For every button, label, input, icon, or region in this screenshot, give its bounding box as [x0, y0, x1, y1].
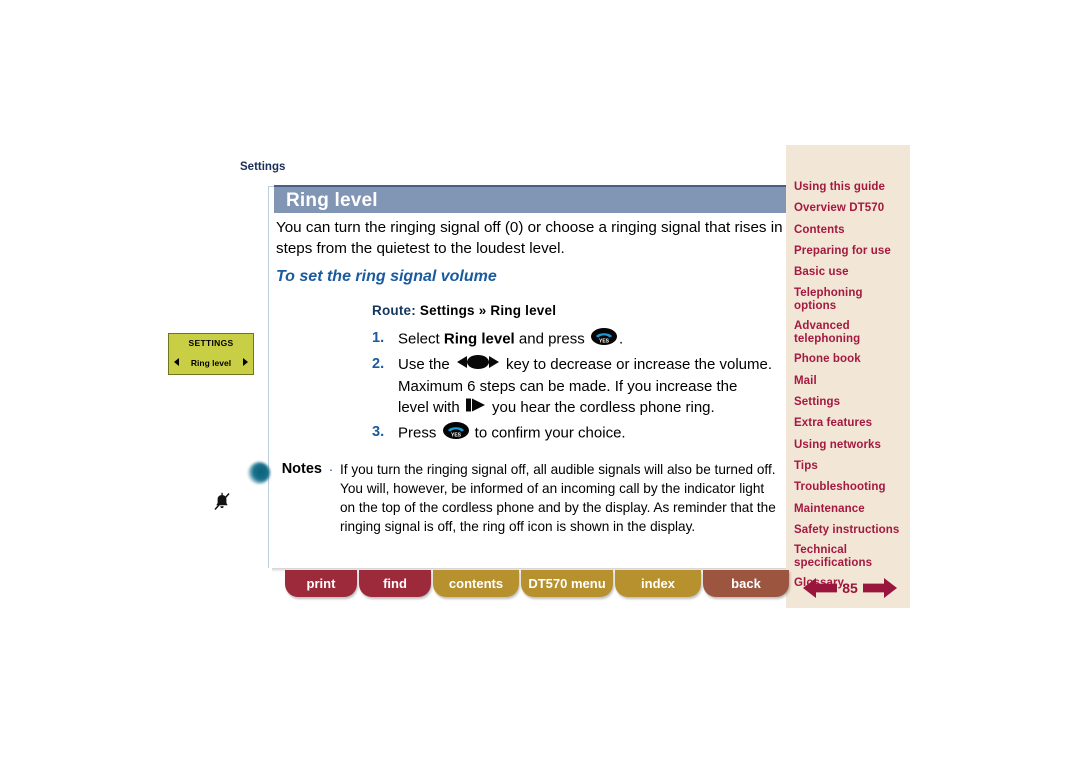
sidebar-item-advanced-telephoning[interactable]: Advanced telephoning [794, 320, 906, 346]
notes-decorative-dot [248, 462, 270, 484]
step-text: Use the key to decrease or increase the … [398, 354, 772, 419]
sidebar-item-maintenance[interactable]: Maintenance [794, 503, 906, 516]
sidebar-item-safety-instructions[interactable]: Safety instructions [794, 524, 906, 537]
svg-text:YES: YES [599, 338, 610, 344]
sidebar-item-technical-specifications[interactable]: Technical specifications [794, 544, 906, 570]
phone-display-title: SETTINGS [188, 338, 234, 348]
bottom-toolbar: print find contents DT570 menu index back [285, 570, 791, 597]
page-navigation: 85 [794, 577, 906, 599]
step-text: Press YES to confirm your choice. [398, 422, 772, 445]
sidebar-item-troubleshooting[interactable]: Troubleshooting [794, 481, 906, 494]
sidebar-item-telephoning-options[interactable]: Telephoning options [794, 287, 906, 313]
sidebar-item-extra-features[interactable]: Extra features [794, 417, 906, 430]
step-item: 1. Select Ring level and press YES. [372, 328, 772, 351]
phone-display-value: Ring level [190, 358, 232, 368]
page-title-banner: Ring level [274, 185, 786, 213]
route-path-2: Ring level [490, 303, 557, 318]
phone-display-illustration: SETTINGS Ring level [168, 333, 254, 375]
sidebar-item-phone-book[interactable]: Phone book [794, 353, 906, 366]
sidebar-item-mail[interactable]: Mail [794, 375, 906, 388]
right-arrow-icon [243, 358, 248, 366]
intro-paragraph: You can turn the ringing signal off (0) … [276, 219, 783, 257]
sidebar-item-basic-use[interactable]: Basic use [794, 266, 906, 279]
breadcrumb: Settings [240, 161, 286, 173]
back-button[interactable]: back [703, 570, 789, 597]
yes-key-icon: YES [590, 328, 617, 351]
find-button[interactable]: find [359, 570, 431, 597]
sidebar-item-settings[interactable]: Settings [794, 396, 906, 409]
sidebar-item-overview-dt570[interactable]: Overview DT570 [794, 202, 906, 215]
step-number: 1. [372, 330, 385, 346]
notes-text: If you turn the ringing signal off, all … [340, 462, 776, 534]
dt570-menu-button[interactable]: DT570 menu [521, 570, 613, 597]
rocker-key-icon [456, 354, 500, 376]
sidebar-item-using-this-guide[interactable]: Using this guide [794, 181, 906, 194]
navigation-list: Using this guide Overview DT570 Contents Pr… [794, 181, 906, 598]
sidebar-item-tips[interactable]: Tips [794, 460, 906, 473]
emphasised-term: Ring level [443, 330, 515, 348]
right-rocker-icon [465, 397, 486, 419]
index-button[interactable]: index [615, 570, 701, 597]
step-number: 2. [372, 356, 385, 372]
step-list: 1. Select Ring level and press YES. 2. Use … [372, 328, 772, 448]
sidebar-item-preparing-for-use[interactable]: Preparing for use [794, 245, 906, 258]
print-button[interactable]: print [285, 570, 357, 597]
step-item: 3. Press YES to confirm your choice. [372, 422, 772, 445]
step-number: 3. [372, 424, 385, 441]
page-title: Ring level [286, 190, 378, 211]
step-text: Select Ring level and press YES. [398, 328, 772, 351]
notes-label: Notes [281, 461, 322, 477]
sidebar-item-contents[interactable]: Contents [794, 224, 906, 237]
navigation-sidebar: Using this guide Overview DT570 Contents Pr… [786, 145, 910, 608]
yes-key-icon: YES [442, 422, 469, 445]
route-label: Route: [372, 303, 416, 318]
notes-bullet: · [328, 461, 334, 477]
page-number: 85 [842, 580, 858, 596]
route-line: Route: Settings » Ring level [372, 303, 556, 318]
document-page: Settings Ring level You can turn the rin… [0, 0, 1080, 763]
contents-button[interactable]: contents [433, 570, 519, 597]
ring-off-icon [213, 492, 231, 512]
route-path-1: Settings [419, 303, 475, 318]
sidebar-item-using-networks[interactable]: Using networks [794, 439, 906, 452]
svg-text:YES: YES [451, 432, 462, 438]
step-item: 2. Use the key to decrease or increase th… [372, 354, 772, 419]
notes-block: Notes · If you turn the ringing signal o… [276, 460, 781, 536]
section-subheading: To set the ring signal volume [276, 268, 497, 285]
arrow-right-icon[interactable] [862, 577, 897, 599]
arrow-left-icon[interactable] [803, 577, 838, 599]
